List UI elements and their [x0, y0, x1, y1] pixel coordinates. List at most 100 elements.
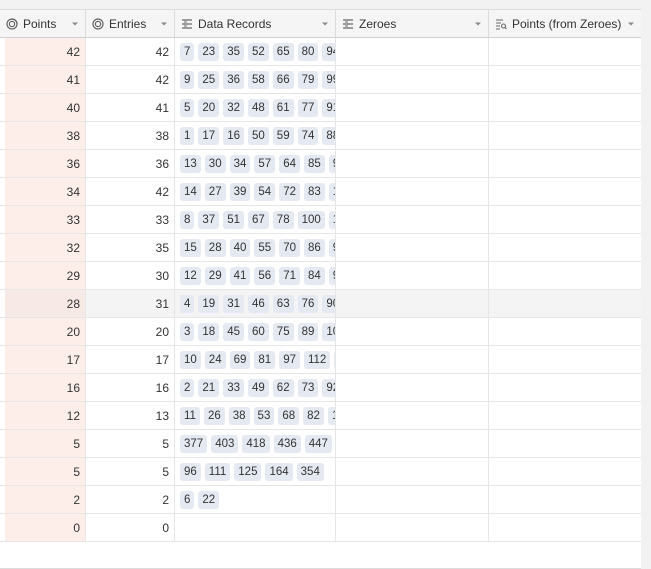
- record-chip[interactable]: 91: [322, 98, 335, 117]
- points-cell[interactable]: 32: [0, 234, 86, 261]
- entries-cell[interactable]: 42: [86, 178, 175, 205]
- entries-cell[interactable]: 5: [86, 458, 175, 485]
- record-chip[interactable]: 84: [303, 266, 325, 285]
- record-chip[interactable]: 11: [180, 406, 200, 425]
- record-chip[interactable]: 125: [234, 462, 262, 481]
- table-row[interactable]: 121311263853688210: [0, 402, 641, 430]
- record-chip[interactable]: 80: [297, 42, 319, 61]
- record-chip[interactable]: 83: [303, 182, 325, 201]
- points-from-zeroes-cell[interactable]: [489, 262, 641, 289]
- zeroes-cell[interactable]: [336, 318, 489, 345]
- zeroes-cell[interactable]: [336, 458, 489, 485]
- record-chip[interactable]: 14: [180, 182, 201, 201]
- points-from-zeroes-cell[interactable]: [489, 374, 641, 401]
- record-chip[interactable]: 26: [203, 406, 225, 425]
- data-records-cell[interactable]: 5203248617791: [175, 94, 336, 121]
- entries-cell[interactable]: 17: [86, 346, 175, 373]
- record-chip[interactable]: 85: [303, 154, 325, 173]
- table-row[interactable]: 42427233552658094: [0, 38, 641, 66]
- table-row[interactable]: 3333837516778100115: [0, 206, 641, 234]
- data-records-cell[interactable]: 14273954728310: [175, 178, 336, 205]
- points-from-zeroes-cell[interactable]: [489, 178, 641, 205]
- record-chip[interactable]: 12: [180, 266, 201, 285]
- record-chip[interactable]: 436: [273, 434, 301, 453]
- record-chip[interactable]: 95: [328, 266, 335, 285]
- record-chip[interactable]: 58: [248, 70, 269, 89]
- record-chip[interactable]: 6: [180, 490, 195, 509]
- points-from-zeroes-cell[interactable]: [489, 234, 641, 261]
- record-chip[interactable]: 10: [180, 350, 201, 369]
- record-chip[interactable]: 115: [328, 210, 335, 229]
- record-chip[interactable]: 86: [303, 238, 325, 257]
- zeroes-cell[interactable]: [336, 94, 489, 121]
- record-chip[interactable]: 46: [248, 294, 269, 313]
- record-chip[interactable]: 59: [272, 126, 294, 145]
- data-records-cell[interactable]: 4193146637690: [175, 290, 336, 317]
- entries-cell[interactable]: 41: [86, 94, 175, 121]
- points-cell[interactable]: 17: [0, 346, 86, 373]
- table-row[interactable]: 323515284055708698: [0, 234, 641, 262]
- record-chip[interactable]: 21: [198, 378, 220, 397]
- record-chip[interactable]: 49: [248, 378, 269, 397]
- record-chip[interactable]: 164: [265, 462, 293, 481]
- record-chip[interactable]: 66: [272, 70, 294, 89]
- record-chip[interactable]: 19: [198, 294, 220, 313]
- table-row[interactable]: 2 2 6 22: [0, 486, 641, 514]
- column-header-points[interactable]: Points: [0, 10, 86, 37]
- zeroes-cell[interactable]: [336, 262, 489, 289]
- record-chip[interactable]: 48: [248, 98, 269, 117]
- record-chip[interactable]: 100: [297, 210, 325, 229]
- entries-cell[interactable]: 33: [86, 206, 175, 233]
- entries-cell[interactable]: 42: [86, 66, 175, 93]
- zeroes-cell[interactable]: [336, 346, 489, 373]
- record-chip[interactable]: 27: [204, 182, 226, 201]
- column-header-zeroes[interactable]: Zeroes: [336, 10, 489, 37]
- points-cell[interactable]: 33: [0, 206, 86, 233]
- record-chip[interactable]: 56: [254, 266, 276, 285]
- record-chip[interactable]: 13: [180, 154, 201, 173]
- record-chip[interactable]: 60: [248, 322, 269, 341]
- record-chip[interactable]: 36: [223, 70, 244, 89]
- table-row[interactable]: 363613303457648593: [0, 150, 641, 178]
- record-chip[interactable]: 10: [327, 406, 335, 425]
- data-records-cell[interactable]: 2213349627392: [175, 374, 336, 401]
- record-chip[interactable]: 51: [223, 210, 244, 229]
- record-chip[interactable]: 70: [279, 238, 300, 257]
- record-chip[interactable]: 9: [180, 70, 195, 89]
- record-chip[interactable]: 73: [297, 378, 319, 397]
- data-records-cell[interactable]: 9253658667999: [175, 66, 336, 93]
- record-chip[interactable]: 40: [229, 238, 251, 257]
- points-cell[interactable]: 5: [0, 430, 86, 457]
- record-chip[interactable]: 38: [228, 406, 250, 425]
- points-from-zeroes-cell[interactable]: [489, 94, 641, 121]
- record-chip[interactable]: 30: [204, 154, 226, 173]
- record-chip[interactable]: 33: [223, 378, 244, 397]
- table-row[interactable]: 293012294156718495: [0, 262, 641, 290]
- data-records-cell[interactable]: 7233552658094: [175, 38, 336, 65]
- points-from-zeroes-cell[interactable]: [489, 318, 641, 345]
- record-chip[interactable]: 55: [254, 238, 276, 257]
- record-chip[interactable]: 88: [322, 126, 335, 145]
- points-from-zeroes-cell[interactable]: [489, 486, 641, 513]
- points-from-zeroes-cell[interactable]: [489, 206, 641, 233]
- points-from-zeroes-cell[interactable]: [489, 430, 641, 457]
- column-header-entries[interactable]: Entries: [86, 10, 175, 37]
- data-records-cell[interactable]: [175, 514, 336, 541]
- points-from-zeroes-cell[interactable]: [489, 458, 641, 485]
- record-chip[interactable]: 61: [272, 98, 294, 117]
- points-cell[interactable]: 2: [0, 486, 86, 513]
- zeroes-cell[interactable]: [336, 38, 489, 65]
- record-chip[interactable]: 45: [223, 322, 244, 341]
- record-chip[interactable]: 15: [180, 238, 201, 257]
- data-records-cell[interactable]: 15284055708698: [175, 234, 336, 261]
- record-chip[interactable]: 20: [198, 98, 220, 117]
- chevron-down-icon[interactable]: [627, 20, 635, 28]
- record-chip[interactable]: 78: [272, 210, 294, 229]
- points-cell[interactable]: 16: [0, 374, 86, 401]
- points-cell[interactable]: 40: [0, 94, 86, 121]
- zeroes-cell[interactable]: [336, 486, 489, 513]
- record-chip[interactable]: 64: [279, 154, 300, 173]
- points-from-zeroes-cell[interactable]: [489, 38, 641, 65]
- points-cell[interactable]: 38: [0, 122, 86, 149]
- data-records-cell[interactable]: 13303457648593: [175, 150, 336, 177]
